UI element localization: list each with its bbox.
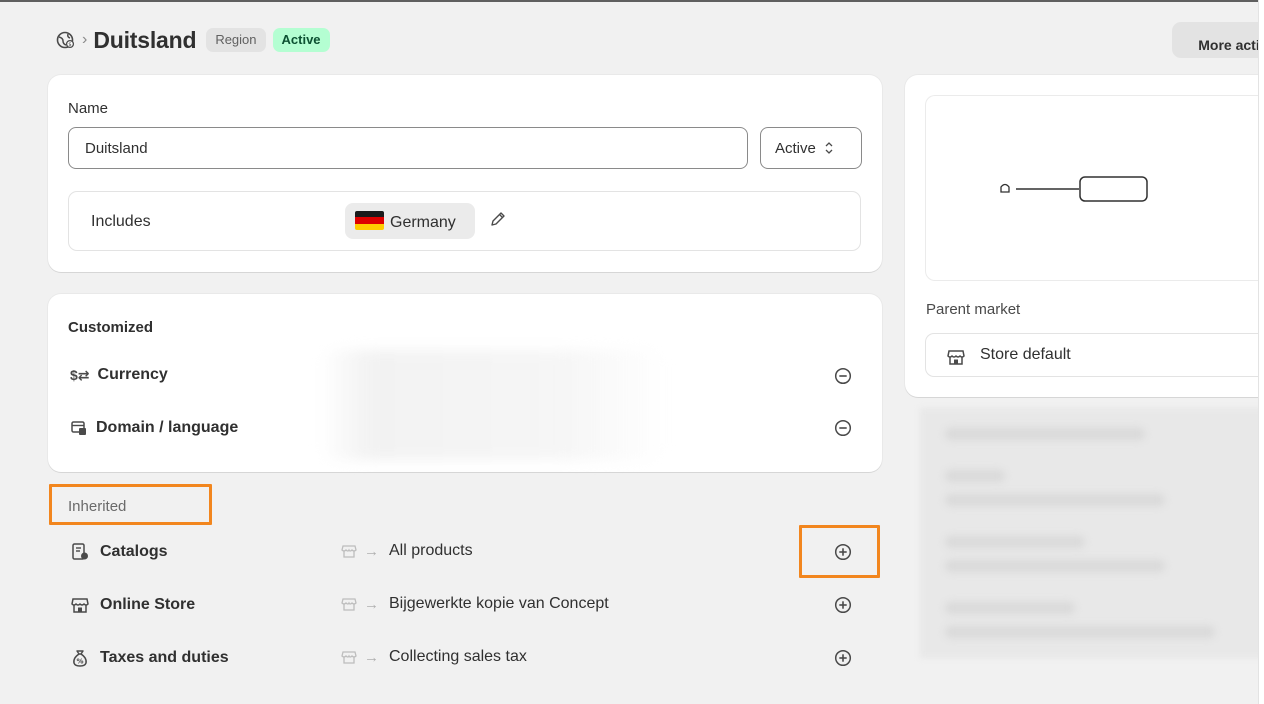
store-icon bbox=[341, 651, 357, 664]
page-title: Duitsland bbox=[93, 26, 197, 53]
includes-label: Includes bbox=[91, 213, 151, 230]
top-border bbox=[0, 0, 1264, 2]
arrow-right-icon: → bbox=[364, 542, 379, 560]
blurred-panel bbox=[920, 408, 1264, 658]
taxes-label: Taxes and duties bbox=[100, 649, 229, 666]
blurred-line bbox=[945, 494, 1165, 506]
svg-text:%: % bbox=[76, 658, 83, 666]
window-right-edge bbox=[1258, 0, 1264, 704]
page-header: $ › Duitsland Region Active bbox=[54, 26, 330, 54]
catalogs-value: → All products bbox=[340, 542, 473, 560]
germany-flag-icon bbox=[355, 211, 384, 230]
online-store-value-text: Bijgewerkte kopie van Concept bbox=[389, 595, 609, 612]
domain-row: Domain / language bbox=[70, 419, 238, 437]
taxes-row-label: % Taxes and duties bbox=[70, 648, 229, 668]
country-label: Germany bbox=[390, 214, 456, 231]
catalogs-row-label: Catalogs bbox=[70, 542, 168, 562]
domain-icon bbox=[71, 421, 86, 435]
name-input[interactable]: Duitsland bbox=[68, 127, 748, 169]
parent-market-label: Parent market bbox=[926, 301, 1021, 318]
add-online-store-icon[interactable] bbox=[834, 596, 852, 614]
online-store-label: Online Store bbox=[100, 596, 196, 613]
select-chevron-icon bbox=[825, 142, 833, 154]
store-icon bbox=[341, 598, 357, 611]
catalogs-value-text: All products bbox=[389, 542, 473, 559]
taxes-icon: % bbox=[73, 650, 87, 667]
region-badge: Region bbox=[206, 28, 266, 52]
currency-row: $⇄ Currency bbox=[70, 366, 168, 384]
status-select-value: Active bbox=[775, 140, 816, 157]
remove-domain-icon[interactable] bbox=[834, 419, 852, 437]
parent-market-select[interactable]: Store default bbox=[925, 333, 1264, 377]
status-select[interactable]: Active bbox=[760, 127, 862, 169]
online-store-icon bbox=[71, 598, 89, 613]
market-diagram bbox=[925, 95, 1264, 281]
parent-market-value: Store default bbox=[980, 346, 1071, 363]
blurred-line bbox=[945, 560, 1165, 572]
svg-text:$: $ bbox=[68, 42, 72, 48]
catalog-icon bbox=[72, 543, 88, 560]
includes-box: Includes Germany bbox=[68, 191, 861, 251]
arrow-right-icon: → bbox=[364, 648, 379, 666]
market-hierarchy-diagram bbox=[1000, 176, 1148, 202]
add-catalog-highlight-box bbox=[799, 525, 880, 578]
breadcrumb-chevron-icon: › bbox=[82, 31, 88, 48]
arrow-right-icon: → bbox=[364, 595, 379, 613]
blurred-line bbox=[945, 536, 1085, 548]
currency-label: Currency bbox=[97, 366, 168, 383]
taxes-value-text: Collecting sales tax bbox=[389, 648, 527, 665]
remove-currency-icon[interactable] bbox=[834, 367, 852, 385]
customized-title: Customized bbox=[68, 319, 154, 336]
name-card: Name Duitsland Active Includes Germany bbox=[48, 75, 882, 272]
taxes-value: → Collecting sales tax bbox=[340, 648, 527, 666]
store-icon bbox=[947, 350, 965, 365]
name-label: Name bbox=[68, 100, 109, 117]
domain-label: Domain / language bbox=[96, 419, 239, 436]
blurred-line bbox=[945, 602, 1075, 614]
status-badge: Active bbox=[272, 28, 330, 52]
blurred-line bbox=[945, 626, 1215, 638]
online-store-value: → Bijgewerkte kopie van Concept bbox=[340, 595, 609, 613]
store-node-icon bbox=[1000, 183, 1010, 193]
blurred-line bbox=[945, 428, 1145, 440]
country-chip[interactable]: Germany bbox=[345, 203, 475, 239]
store-icon bbox=[341, 545, 357, 558]
customized-card: Customized $⇄ Currency Domain / language bbox=[48, 294, 882, 472]
currency-icon: $⇄ bbox=[70, 366, 90, 383]
catalogs-label: Catalogs bbox=[100, 543, 168, 560]
inherited-highlight-box bbox=[49, 484, 212, 525]
online-store-row-label: Online Store bbox=[70, 595, 195, 615]
market-structure-card: Parent market Store default bbox=[905, 75, 1264, 397]
markets-globe-icon[interactable]: $ bbox=[54, 29, 76, 51]
add-taxes-icon[interactable] bbox=[834, 649, 852, 667]
edit-pencil-icon[interactable] bbox=[489, 210, 507, 228]
blurred-line bbox=[945, 470, 1005, 482]
more-actions-button[interactable]: More acti bbox=[1172, 22, 1264, 58]
blurred-values bbox=[318, 350, 668, 460]
